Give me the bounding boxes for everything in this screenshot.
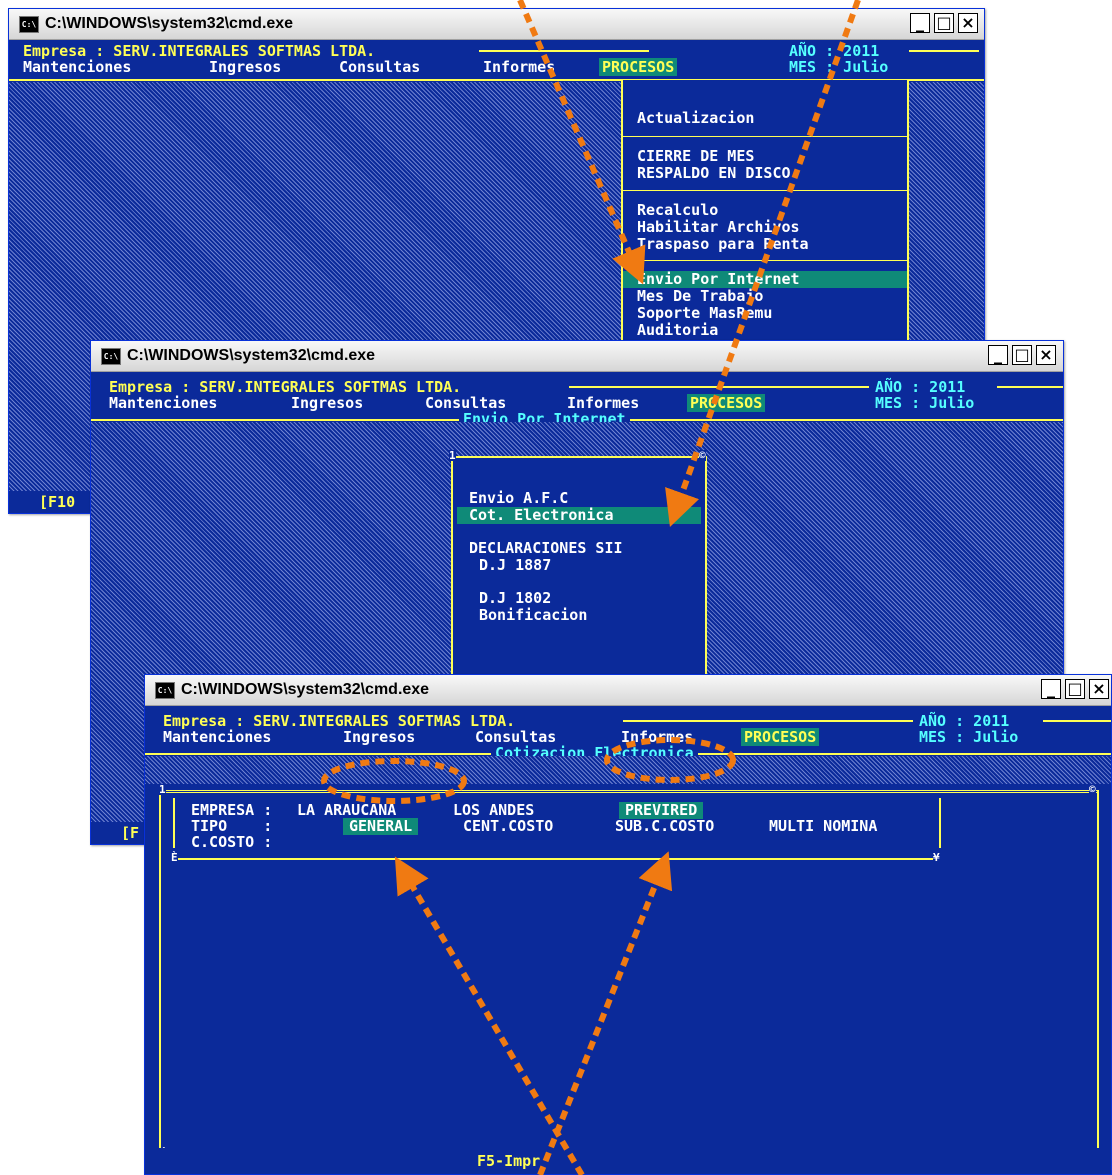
menu-item-envio-por-internet[interactable]: Envio Por Internet [623,271,907,288]
menu-mantenciones[interactable]: Mantenciones [109,394,217,412]
menu-ingresos[interactable]: Ingresos [291,394,363,412]
minimize-button[interactable]: _ [910,13,930,33]
menu-item-auditoria[interactable]: Auditoria [637,322,718,339]
submenu-item-dj-1802[interactable]: D.J 1802 [479,590,551,607]
menu-ingresos[interactable]: Ingresos [343,728,415,746]
menu-procesos[interactable]: PROCESOS [741,728,820,746]
frame-border-left [173,798,175,848]
menu-separator [623,260,907,261]
title-bar[interactable]: C:\ C:\WINDOWS\system32\cmd.exe _ □ × [145,675,1111,706]
menu-mantenciones[interactable]: Mantenciones [23,58,131,76]
minimize-button[interactable]: _ [988,345,1008,365]
ccosto-field-label: C.COSTO : [191,833,273,851]
minimize-button[interactable]: _ [1041,679,1061,699]
panel-number-left: 1 [159,783,166,796]
header-rule [623,720,913,722]
close-button[interactable]: × [1036,345,1056,365]
status-bar: F5-Impr [145,1148,1111,1174]
menu-separator [623,136,907,137]
frame-border-right [939,798,941,848]
menu-mantenciones[interactable]: Mantenciones [163,728,271,746]
header-rule-right [997,386,1063,388]
menu-item-soporte-masremu[interactable]: Soporte MasRemu [637,305,772,322]
cmd-icon: C:\ [101,348,121,365]
menu-item-recalculo[interactable]: Recalculo [637,202,718,219]
selection-frame: È ¥ EMPRESA : TIPO : C.COSTO : LA ARAUCA… [171,798,941,870]
menu-item-cierre-de-mes[interactable]: CIERRE DE MES [637,148,754,165]
status-key-hint: [F [121,824,140,842]
menu-separator [623,190,907,191]
submenu-number-right: © [699,449,706,462]
menu-procesos[interactable]: PROCESOS [687,394,766,412]
menu-item-actualizacion[interactable]: Actualizacion [637,110,754,127]
tipo-option-general[interactable]: GENERAL [343,818,419,835]
tipo-option-multi-nomina[interactable]: MULTI NOMINA [769,818,877,835]
menu-ingresos[interactable]: Ingresos [209,58,281,76]
header-rule [479,50,649,52]
panel-number-right: © [1089,783,1096,796]
window-title: C:\WINDOWS\system32\cmd.exe [45,15,294,32]
close-button[interactable]: × [1089,679,1109,699]
menu-item-mes-de-trabajo[interactable]: Mes De Trabajo [637,288,763,305]
status-key-hint: [F10 [39,493,76,511]
tipo-option-sub-c-costo[interactable]: SUB.C.COSTO [615,818,714,835]
submenu-item-dj-1887[interactable]: D.J 1887 [479,557,551,574]
submenu-item-envio-afc[interactable]: Envio A.F.C [469,490,568,507]
menu-item-respaldo-en-disco[interactable]: RESPALDO EN DISCO [637,165,791,182]
panel-border-top [159,790,1099,793]
panel-border-right [1097,790,1099,1156]
mes-label: MES : Julio [789,58,889,76]
cmd-icon: C:\ [19,16,39,33]
cotizacion-panel: 1 © È ¥ È ¥ EMPRESA : TIPO : C.COSTO : L… [159,784,1099,1159]
menu-consultas[interactable]: Consultas [339,58,420,76]
maximize-button[interactable]: □ [934,13,954,33]
desktop-pattern [145,756,1111,784]
mes-label: MES : Julio [919,728,1019,746]
frame-corner-left: È [171,851,178,864]
frame-corner-right: ¥ [933,851,940,864]
close-button[interactable]: × [958,13,978,33]
submenu-item-cot-electronica[interactable]: Cot. Electronica [457,507,701,524]
menu-item-traspaso-para-renta[interactable]: Traspaso para Renta [637,236,809,253]
decl-sii-header: DECLARACIONES SII [469,539,623,557]
maximize-button[interactable]: □ [1012,345,1032,365]
menu-informes[interactable]: Informes [483,58,555,76]
header-rule [569,386,869,388]
title-bar[interactable]: C:\ C:\WINDOWS\system32\cmd.exe _ □ × [91,341,1063,372]
maximize-button[interactable]: □ [1065,679,1085,699]
f5-impr-hint[interactable]: F5-Impr [477,1152,540,1170]
submenu-item-bonificacion[interactable]: Bonificacion [479,607,587,624]
header-rule-right [909,50,979,52]
window-title: C:\WINDOWS\system32\cmd.exe [181,681,430,698]
panel-border-left [159,790,161,1156]
console-area: Empresa : SERV.INTEGRALES SOFTMAS LTDA. … [145,706,1111,1174]
submenu-number-left: 1 [449,449,456,462]
menu-procesos[interactable]: PROCESOS [599,58,678,76]
submenu-border-top [451,456,707,458]
window-title: C:\WINDOWS\system32\cmd.exe [127,347,376,364]
title-bar[interactable]: C:\ C:\WINDOWS\system32\cmd.exe _ □ × [9,9,984,40]
frame-border-bottom [173,858,939,860]
mes-label: MES : Julio [875,394,975,412]
header-rule-right [1043,720,1111,722]
cmd-window-3[interactable]: C:\ C:\WINDOWS\system32\cmd.exe _ □ × Em… [144,674,1112,1175]
tipo-option-cent-costo[interactable]: CENT.COSTO [463,818,553,835]
menu-item-habilitar-archivos[interactable]: Habilitar Archivos [637,219,800,236]
cmd-icon: C:\ [155,682,175,699]
